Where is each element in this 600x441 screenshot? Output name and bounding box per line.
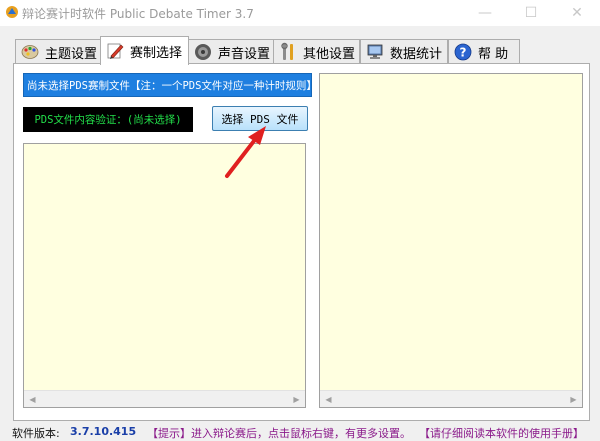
- close-button[interactable]: ✕: [554, 0, 600, 26]
- scroll-left-icon[interactable]: ◀: [24, 391, 41, 407]
- tab-label: 数据统计: [390, 46, 443, 62]
- hint-text: 【提示】进入辩论赛后，点击鼠标右键，有更多设置。: [147, 427, 411, 440]
- tab-sound-settings[interactable]: 声音设置: [188, 39, 274, 64]
- pds-status-banner: 尚未选择PDS赛制文件【注：一个PDS文件对应一种计时规则】: [23, 73, 312, 97]
- format-list-left[interactable]: ◀ ▶: [23, 143, 306, 408]
- scroll-right-icon[interactable]: ▶: [288, 391, 305, 407]
- pds-verify-display: PDS文件内容验证：(尚未选择): [23, 107, 193, 132]
- tab-theme-settings[interactable]: 主题设置: [15, 39, 101, 64]
- tab-strip: 主题设置 赛制选择 声音设置 其他设置 数据统计 ? 帮 助: [0, 34, 600, 65]
- tools-icon: [281, 42, 293, 60]
- tab-label: 主题设置: [45, 46, 98, 62]
- select-pds-file-button[interactable]: 选择 PDS 文件: [212, 106, 308, 131]
- format-panel: 尚未选择PDS赛制文件【注：一个PDS文件对应一种计时规则】 PDS文件内容验证…: [13, 63, 590, 421]
- svg-text:?: ?: [460, 46, 467, 60]
- help-icon: ?: [454, 43, 472, 61]
- pen-icon: [107, 43, 124, 59]
- minimize-icon: —: [478, 5, 492, 21]
- scroll-right-icon[interactable]: ▶: [565, 391, 582, 407]
- manual-link[interactable]: 【请仔细阅读本软件的使用手册】: [419, 425, 584, 441]
- palette-icon: [21, 45, 39, 59]
- scroll-left-icon[interactable]: ◀: [320, 391, 337, 407]
- minimize-button[interactable]: —: [462, 0, 508, 26]
- tab-help[interactable]: ? 帮 助: [448, 39, 520, 64]
- speaker-icon: [195, 44, 211, 60]
- tab-label: 其他设置: [303, 46, 356, 62]
- app-icon: [6, 6, 18, 18]
- horizontal-scrollbar[interactable]: ◀ ▶: [24, 390, 305, 407]
- tab-format-select[interactable]: 赛制选择: [100, 36, 189, 65]
- horizontal-scrollbar[interactable]: ◀ ▶: [320, 390, 582, 407]
- tab-other-settings[interactable]: 其他设置: [273, 39, 360, 64]
- tab-statistics[interactable]: 数据统计: [360, 39, 448, 64]
- format-list-right[interactable]: ◀ ▶: [319, 73, 583, 408]
- maximize-button[interactable]: ☐: [508, 0, 554, 26]
- close-icon: ✕: [571, 5, 583, 21]
- window-title: 辩论赛计时软件 Public Debate Timer 3.7: [22, 7, 254, 21]
- maximize-icon: ☐: [524, 5, 538, 21]
- status-bar: 软件版本: 3.7.10.415 【提示】进入辩论赛后，点击鼠标右键，有更多设置…: [0, 421, 600, 441]
- title-bar: 辩论赛计时软件 Public Debate Timer 3.7 — ☐ ✕: [0, 0, 600, 26]
- computer-icon: [367, 44, 383, 59]
- version-label: 软件版本:: [12, 427, 60, 440]
- version-number: 3.7.10.415: [70, 425, 137, 438]
- tab-label: 帮 助: [478, 46, 509, 62]
- tab-label: 赛制选择: [130, 45, 183, 61]
- tab-label: 声音设置: [218, 46, 271, 62]
